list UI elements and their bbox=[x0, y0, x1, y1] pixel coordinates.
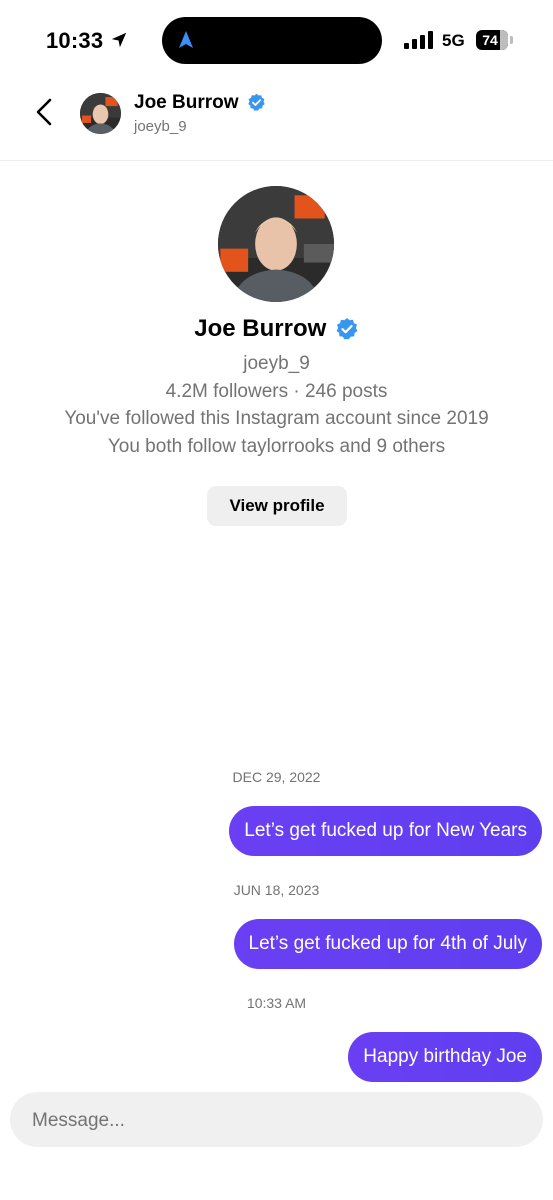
status-time: 10:33 bbox=[46, 28, 104, 53]
signal-bars-icon bbox=[404, 31, 433, 49]
profile-stats: 4.2M followers · 246 posts bbox=[165, 381, 388, 402]
chat-header: Joe Burrow joeyb_9 bbox=[0, 80, 553, 161]
header-avatar[interactable] bbox=[80, 93, 121, 134]
battery-nub bbox=[510, 36, 513, 44]
view-profile-button[interactable]: View profile bbox=[207, 486, 347, 526]
message-composer bbox=[10, 1092, 543, 1149]
verified-badge-icon bbox=[336, 318, 358, 340]
timestamp-divider: 10:33 AM bbox=[246, 995, 307, 1011]
profile-avatar-image bbox=[218, 186, 334, 302]
battery-level: 74 bbox=[482, 32, 498, 48]
navigation-icon bbox=[179, 31, 193, 48]
verified-badge-icon bbox=[248, 93, 265, 111]
location-arrow-icon bbox=[111, 32, 127, 48]
message-bubble[interactable]: Let’s get fucked up for New Years bbox=[229, 806, 542, 856]
battery-icon: 74 bbox=[476, 30, 508, 50]
date-divider: DEC 29, 2022 bbox=[232, 769, 321, 785]
mutual-followers-text: You both follow taylorrooks and 9 others bbox=[107, 436, 446, 457]
profile-name: Joe Burrow bbox=[194, 315, 327, 342]
profile-avatar[interactable] bbox=[218, 186, 334, 302]
message-bubble[interactable]: Let’s get fucked up for 4th of July bbox=[233, 919, 542, 969]
avatar-image bbox=[80, 93, 121, 134]
header-name[interactable]: Joe Burrow bbox=[134, 92, 239, 114]
back-chevron-icon[interactable] bbox=[30, 94, 60, 130]
network-type: 5G bbox=[442, 31, 465, 50]
profile-name-row: Joe Burrow bbox=[0, 315, 553, 349]
status-bar: 10:33 5G 74 bbox=[0, 0, 553, 80]
message-input[interactable] bbox=[30, 1092, 524, 1149]
profile-username: joeyb_9 bbox=[243, 353, 310, 374]
message-bubble[interactable]: Happy birthday Joe bbox=[348, 1032, 542, 1082]
header-username: joeyb_9 bbox=[134, 118, 187, 135]
followed-since-text: You've followed this Instagram account s… bbox=[64, 408, 489, 429]
date-divider: JUN 18, 2023 bbox=[233, 882, 320, 898]
